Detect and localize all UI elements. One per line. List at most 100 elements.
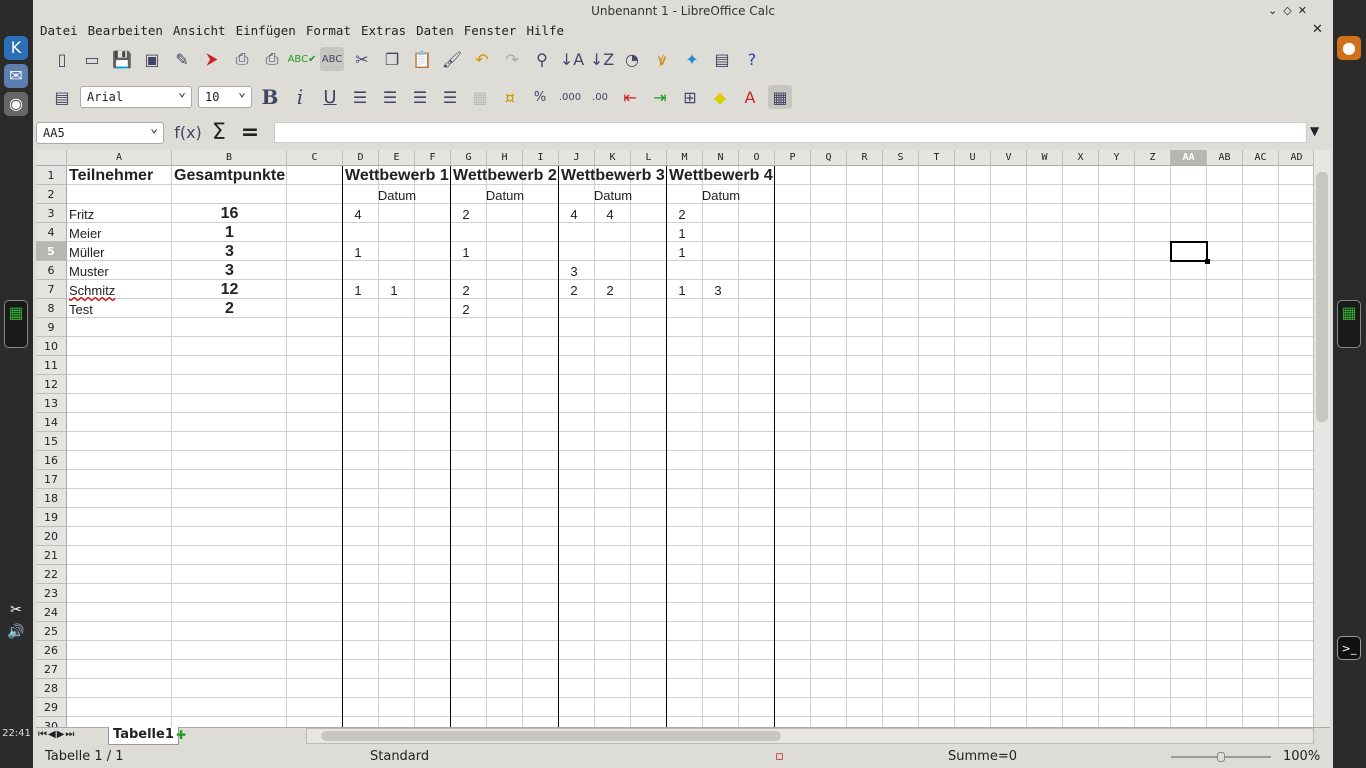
save-icon[interactable]: 💾: [110, 47, 134, 71]
row-header-1[interactable]: 1: [36, 166, 67, 185]
menu-daten[interactable]: Daten: [416, 22, 454, 40]
cell-J6[interactable]: 3: [559, 261, 589, 280]
kde-menu-icon[interactable]: K: [4, 36, 28, 60]
open-icon[interactable]: ▭: [80, 47, 104, 71]
zoom-slider[interactable]: [1171, 752, 1271, 762]
cell-J1[interactable]: Wettbewerb 3: [559, 166, 667, 185]
volume-icon[interactable]: 🔊: [4, 620, 28, 644]
row-header-23[interactable]: 23: [36, 584, 67, 603]
cell-B7[interactable]: 12: [172, 280, 287, 299]
cell-B3[interactable]: 16: [172, 204, 287, 223]
cell-A7[interactable]: Schmitz: [67, 280, 172, 299]
menu-bearbeiten[interactable]: Bearbeiten: [88, 22, 163, 40]
cell-A1[interactable]: Teilnehmer: [67, 166, 172, 185]
cell-K7[interactable]: 2: [595, 280, 625, 299]
minimize-icon[interactable]: ⌄: [1268, 4, 1277, 17]
gallery-icon[interactable]: ▤: [710, 47, 734, 71]
horizontal-scrollbar[interactable]: [306, 728, 1314, 744]
italic-icon[interactable]: i: [288, 85, 312, 109]
cell-G8[interactable]: 2: [451, 299, 481, 318]
gimp-icon[interactable]: ◉: [4, 92, 28, 116]
copy-icon[interactable]: ❐: [380, 47, 404, 71]
row-header-21[interactable]: 21: [36, 546, 67, 565]
row-header-22[interactable]: 22: [36, 565, 67, 584]
column-header-G[interactable]: G: [451, 150, 487, 166]
new-icon[interactable]: ▯: [50, 47, 74, 71]
row-header-27[interactable]: 27: [36, 660, 67, 679]
currency-icon[interactable]: ¤: [498, 85, 522, 109]
name-box[interactable]: AA5: [36, 121, 164, 144]
cell-N2[interactable]: Datum: [667, 185, 775, 204]
firefox-icon[interactable]: ●: [1337, 36, 1361, 60]
cell-A4[interactable]: Meier: [67, 223, 172, 242]
column-header-AB[interactable]: AB: [1207, 150, 1243, 166]
column-header-D[interactable]: D: [343, 150, 379, 166]
column-header-H[interactable]: H: [487, 150, 523, 166]
row-header-9[interactable]: 9: [36, 318, 67, 337]
menu-ansicht[interactable]: Ansicht: [173, 22, 226, 40]
column-header-M[interactable]: M: [667, 150, 703, 166]
expand-formula-icon[interactable]: ▼: [1310, 124, 1319, 138]
cell-K2[interactable]: Datum: [559, 185, 667, 204]
add-decimal-icon[interactable]: .000: [558, 85, 582, 109]
cell-D5[interactable]: 1: [343, 242, 373, 261]
row-header-17[interactable]: 17: [36, 470, 67, 489]
row-header-5[interactable]: 5: [36, 242, 67, 261]
column-header-W[interactable]: W: [1027, 150, 1063, 166]
row-header-8[interactable]: 8: [36, 299, 67, 318]
cell-B6[interactable]: 3: [172, 261, 287, 280]
draw-icon[interactable]: ꝟ: [650, 47, 674, 71]
print-direct-icon[interactable]: ⎙: [230, 47, 254, 71]
column-header-AC[interactable]: AC: [1243, 150, 1279, 166]
sort-ascending-icon[interactable]: ↓A: [560, 47, 584, 71]
align-right-icon[interactable]: ☰: [408, 85, 432, 109]
corner-cell[interactable]: [36, 150, 67, 166]
column-header-T[interactable]: T: [919, 150, 955, 166]
cell-N7[interactable]: 3: [703, 280, 733, 299]
row-header-25[interactable]: 25: [36, 622, 67, 641]
cell-B8[interactable]: 2: [172, 299, 287, 318]
font-color-icon[interactable]: A: [738, 85, 762, 109]
row-header-30[interactable]: 30: [36, 717, 67, 727]
function-wizard-icon[interactable]: f(x): [174, 120, 202, 144]
sum-icon[interactable]: Σ: [207, 120, 231, 145]
column-header-Q[interactable]: Q: [811, 150, 847, 166]
undo-icon[interactable]: ↶: [470, 47, 494, 71]
row-header-16[interactable]: 16: [36, 451, 67, 470]
clone-format-icon[interactable]: 🖌: [440, 47, 464, 71]
column-header-L[interactable]: L: [631, 150, 667, 166]
pdf-icon[interactable]: ⮞: [200, 47, 224, 71]
hyperlink-icon[interactable]: ⚲: [530, 47, 554, 71]
column-header-P[interactable]: P: [775, 150, 811, 166]
menu-datei[interactable]: Datei: [40, 22, 78, 40]
spellcheck-icon[interactable]: ABC✔: [288, 47, 317, 71]
column-header-N[interactable]: N: [703, 150, 739, 166]
align-left-icon[interactable]: ☰: [348, 85, 372, 109]
row-header-11[interactable]: 11: [36, 356, 67, 375]
paste-icon[interactable]: 📋: [410, 47, 434, 71]
row-header-4[interactable]: 4: [36, 223, 67, 242]
merge-cells-icon[interactable]: ▦: [468, 85, 492, 109]
row-header-24[interactable]: 24: [36, 603, 67, 622]
cell-E7[interactable]: 1: [379, 280, 409, 299]
row-header-20[interactable]: 20: [36, 527, 67, 546]
percent-icon[interactable]: %: [528, 85, 552, 109]
sheet-tab-tabelle1[interactable]: Tabelle1: [108, 727, 179, 745]
column-header-C[interactable]: C: [287, 150, 343, 166]
column-header-X[interactable]: X: [1063, 150, 1099, 166]
calc-launcher-icon[interactable]: ▦: [1337, 300, 1361, 348]
scroll-thumb[interactable]: [1316, 172, 1328, 422]
row-header-6[interactable]: 6: [36, 261, 67, 280]
formula-input[interactable]: [274, 122, 1307, 143]
styles-icon[interactable]: ▤: [50, 85, 74, 109]
column-header-K[interactable]: K: [595, 150, 631, 166]
terminal-icon[interactable]: >_: [1337, 636, 1361, 660]
scissors-icon[interactable]: ✂: [4, 598, 28, 622]
selected-cell-cursor[interactable]: [1170, 241, 1210, 264]
calc-task-icon[interactable]: ▦: [4, 300, 28, 348]
add-sheet-icon[interactable]: ✚: [176, 728, 186, 742]
hscroll-thumb[interactable]: [321, 731, 781, 741]
cell-E2[interactable]: Datum: [343, 185, 451, 204]
autospellcheck-icon[interactable]: ABC: [320, 47, 344, 71]
column-header-V[interactable]: V: [991, 150, 1027, 166]
